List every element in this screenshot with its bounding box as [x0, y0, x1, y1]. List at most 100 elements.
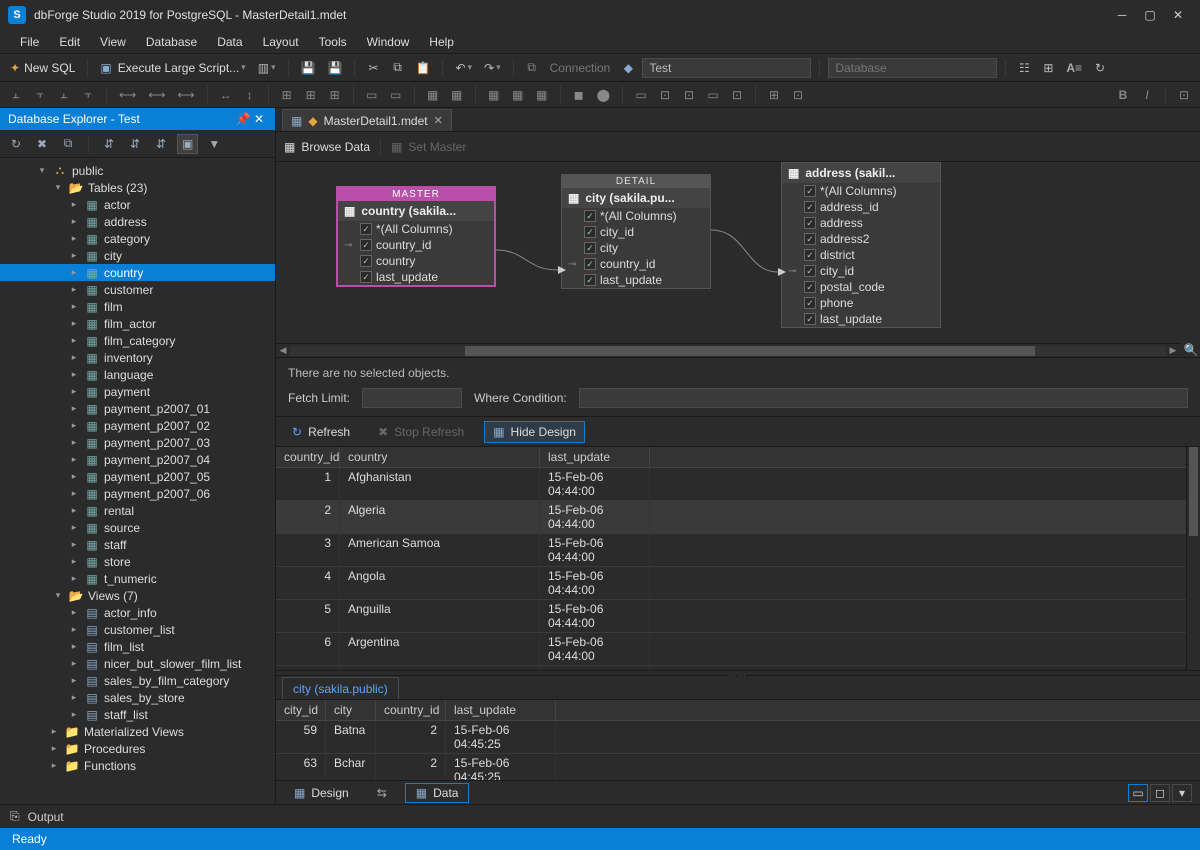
table-row[interactable]: 5Anguilla15-Feb-06 04:44:00: [276, 600, 1200, 633]
tree-table-source[interactable]: ▸▦source: [0, 519, 275, 536]
menu-database[interactable]: Database: [136, 32, 207, 52]
table-row[interactable]: 1Afghanistan15-Feb-06 04:44:00: [276, 468, 1200, 501]
layout-tool-35[interactable]: ⊞: [764, 85, 784, 105]
tree-view-staff_list[interactable]: ▸▤staff_list: [0, 706, 275, 723]
canvas-hscrollbar[interactable]: ◀ ▶: [276, 343, 1180, 357]
tree-table-payment_p2007_06[interactable]: ▸▦payment_p2007_06: [0, 485, 275, 502]
close-button[interactable]: ✕: [1164, 5, 1192, 25]
entity-col-country[interactable]: ✓country: [338, 253, 494, 269]
entity-col-address2[interactable]: ✓address2: [782, 231, 940, 247]
layout-tool-27[interactable]: ⬤: [593, 85, 614, 105]
layout-tool-24[interactable]: ▦: [532, 85, 552, 105]
copy-icon[interactable]: ⧉: [387, 58, 407, 78]
tab-close-icon[interactable]: ✕: [434, 114, 443, 127]
document-tab[interactable]: ▦ ◆ MasterDetail1.mdet ✕: [282, 109, 452, 131]
entity-col-postal_code[interactable]: ✓postal_code: [782, 279, 940, 295]
browse-data-button[interactable]: ▦Browse Data: [284, 140, 370, 154]
entity-col-country_id[interactable]: ⊸✓country_id: [338, 237, 494, 253]
save-all-icon[interactable]: 💾: [324, 58, 347, 78]
layout-tool-6[interactable]: ⟷: [144, 85, 169, 105]
menu-edit[interactable]: Edit: [49, 32, 90, 52]
hide-design-button[interactable]: ▦Hide Design: [484, 421, 585, 443]
refresh-toolbar-icon[interactable]: ↻: [1090, 58, 1110, 78]
entity-col-address[interactable]: ✓address: [782, 215, 940, 231]
table-row[interactable]: 59Batna215-Feb-06 04:45:25: [276, 721, 1200, 754]
menu-view[interactable]: View: [90, 32, 136, 52]
tool-icon-1[interactable]: ☷: [1014, 58, 1034, 78]
table-row[interactable]: 63Bchar215-Feb-06 04:45:25: [276, 754, 1200, 780]
entity-col-country_id[interactable]: ⊸✓country_id: [562, 256, 710, 272]
tree-view-film_list[interactable]: ▸▤film_list: [0, 638, 275, 655]
layout-tool-3[interactable]: ⫟: [78, 85, 98, 105]
toolbar-dropdown-1[interactable]: ▥: [254, 58, 280, 78]
table-row[interactable]: 6Argentina15-Feb-06 04:44:00: [276, 633, 1200, 666]
entity-col-last_update[interactable]: ✓last_update: [782, 311, 940, 327]
table-row[interactable]: 3American Samoa15-Feb-06 04:44:00: [276, 534, 1200, 567]
scroll-left-icon[interactable]: ◀: [276, 345, 290, 356]
pin-icon[interactable]: 📌: [235, 112, 251, 126]
tree-table-country[interactable]: ▸▦country: [0, 264, 275, 281]
tree-table-rental[interactable]: ▸▦rental: [0, 502, 275, 519]
menu-layout[interactable]: Layout: [253, 32, 309, 52]
cut-icon[interactable]: ✂: [363, 58, 383, 78]
data-tab[interactable]: ▦Data: [405, 783, 470, 803]
connection-select[interactable]: [642, 58, 811, 78]
tree-view-customer_list[interactable]: ▸▤customer_list: [0, 621, 275, 638]
entity-col-district[interactable]: ✓district: [782, 247, 940, 263]
menu-help[interactable]: Help: [419, 32, 464, 52]
table-row[interactable]: 4Angola15-Feb-06 04:44:00: [276, 567, 1200, 600]
entity-city[interactable]: DETAIL▦city (sakila.pu...✓*(All Columns)…: [561, 174, 711, 289]
table-row[interactable]: 2Algeria15-Feb-06 04:44:00: [276, 501, 1200, 534]
refresh-button[interactable]: ↻Refresh: [284, 422, 358, 442]
layout-tool-29[interactable]: ▭: [631, 85, 651, 105]
explorer-tree2-icon[interactable]: ⇵: [125, 134, 145, 154]
italic-button[interactable]: I: [1137, 85, 1157, 105]
tree-folder-procedures[interactable]: ▸📁Procedures: [0, 740, 275, 757]
layout-tool-33[interactable]: ⊡: [727, 85, 747, 105]
tree-table-city[interactable]: ▸▦city: [0, 247, 275, 264]
layout-tool-20[interactable]: ▦: [447, 85, 467, 105]
swap-tab-button[interactable]: ⇆: [367, 784, 397, 802]
toolbar-overflow-icon[interactable]: ⊡: [1174, 85, 1194, 105]
layout-tool-32[interactable]: ▭: [703, 85, 723, 105]
layout-tool-7[interactable]: ⟷: [173, 85, 198, 105]
tree-table-inventory[interactable]: ▸▦inventory: [0, 349, 275, 366]
entity-country[interactable]: MASTER▦country (sakila...✓*(All Columns)…: [336, 186, 496, 287]
entity-col-AllColumns[interactable]: ✓*(All Columns): [562, 208, 710, 224]
tree-table-payment[interactable]: ▸▦payment: [0, 383, 275, 400]
layout-tool-36[interactable]: ⊡: [788, 85, 808, 105]
layout-tool-22[interactable]: ▦: [484, 85, 504, 105]
layout-tool-30[interactable]: ⊡: [655, 85, 675, 105]
layout-tool-13[interactable]: ⊞: [301, 85, 321, 105]
tree-table-staff[interactable]: ▸▦staff: [0, 536, 275, 553]
entity-col-city_id[interactable]: ✓city_id: [562, 224, 710, 240]
explorer-tree1-icon[interactable]: ⇵: [99, 134, 119, 154]
entity-col-AllColumns[interactable]: ✓*(All Columns): [782, 183, 940, 199]
master-grid[interactable]: country_idcountrylast_update1Afghanistan…: [276, 447, 1200, 670]
design-tab[interactable]: ▦Design: [284, 784, 359, 802]
save-icon[interactable]: 💾: [297, 58, 320, 78]
paste-icon[interactable]: 📋: [411, 58, 434, 78]
stop-refresh-button[interactable]: ✖Stop Refresh: [370, 422, 472, 442]
layout-tool-10[interactable]: ↕: [240, 85, 260, 105]
database-select[interactable]: [828, 58, 997, 78]
tree-table-payment_p2007_01[interactable]: ▸▦payment_p2007_01: [0, 400, 275, 417]
tree-table-t_numeric[interactable]: ▸▦t_numeric: [0, 570, 275, 587]
tree-table-film_category[interactable]: ▸▦film_category: [0, 332, 275, 349]
execute-script-button[interactable]: ▣Execute Large Script...: [96, 58, 249, 78]
entity-col-AllColumns[interactable]: ✓*(All Columns): [338, 221, 494, 237]
layout-tool-14[interactable]: ⊞: [325, 85, 345, 105]
new-sql-button[interactable]: ✦New SQL: [6, 58, 79, 78]
layout-tool-0[interactable]: ⫠: [6, 85, 26, 105]
layout-tool-26[interactable]: ◼: [569, 85, 589, 105]
view-mode-1[interactable]: ▭: [1128, 784, 1148, 802]
output-panel-button[interactable]: ⎘ Output: [0, 804, 1200, 828]
tree-table-language[interactable]: ▸▦language: [0, 366, 275, 383]
tool-icon-3[interactable]: A≡: [1062, 58, 1086, 78]
maximize-button[interactable]: ▢: [1136, 5, 1164, 25]
designer-canvas[interactable]: MASTER▦country (sakila...✓*(All Columns)…: [276, 162, 1200, 358]
tree-view-sales_by_film_category[interactable]: ▸▤sales_by_film_category: [0, 672, 275, 689]
tree[interactable]: ▾⛬public▾📂Tables (23)▸▦actor▸▦address▸▦c…: [0, 158, 275, 804]
layout-tool-19[interactable]: ▦: [423, 85, 443, 105]
layout-tool-17[interactable]: ▭: [386, 85, 406, 105]
